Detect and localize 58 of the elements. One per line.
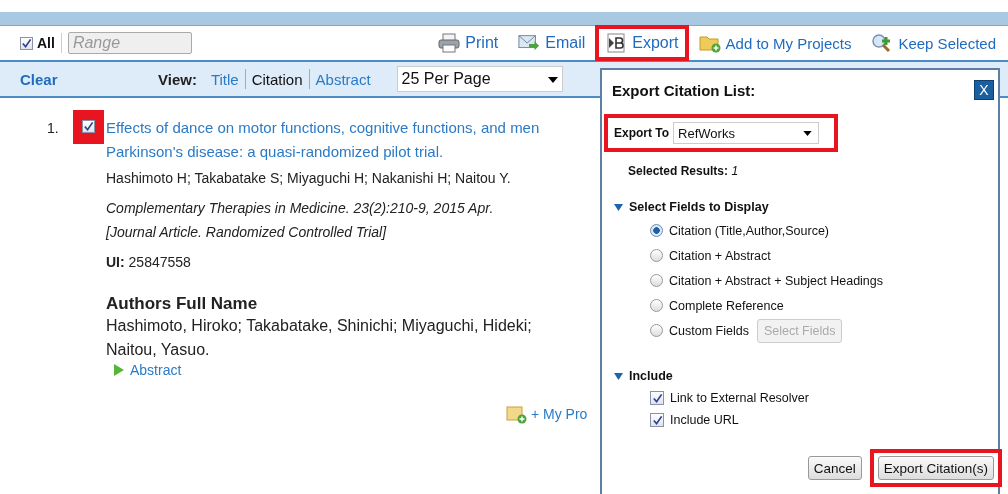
radio-button[interactable] [650, 324, 663, 337]
option-label: Complete Reference [669, 298, 784, 313]
ui-label: UI: [106, 254, 125, 270]
abstract-link[interactable]: Abstract [130, 362, 182, 378]
dialog-button[interactable]: Cancel [807, 456, 862, 480]
selected-results-count: 1 [731, 164, 739, 178]
export-to-label: Export To [614, 126, 670, 140]
section-toggle-icon[interactable] [614, 202, 623, 212]
expand-triangle-icon [114, 364, 124, 376]
view-option[interactable]: Abstract [309, 70, 377, 88]
section-toggle-icon[interactable] [614, 371, 623, 381]
select-all-checkbox[interactable] [20, 36, 33, 50]
caret-icon [803, 131, 813, 136]
option-label: Custom Fields [669, 323, 749, 338]
note-plus-icon [506, 404, 528, 424]
toolbar-link[interactable]: Print [438, 33, 499, 53]
option-label: Citation + Abstract [669, 248, 771, 263]
result-checkbox[interactable] [82, 120, 95, 133]
selected-results-label: Selected Results: [628, 164, 729, 178]
section-heading: Select Fields to Display [629, 200, 769, 214]
export-to-select[interactable]: RefWorks [673, 122, 820, 144]
radio-button[interactable] [650, 249, 663, 262]
result-number: 1. [47, 120, 60, 136]
authors-text: Hashimoto H; Takabatake S; Miyaguchi H; Nakanishi H; Naitou Y. [106, 170, 512, 186]
folder-plus-icon [698, 33, 721, 53]
publication-type: [Journal Article. Randomized Controlled Trial] [106, 223, 388, 242]
option-label: Link to External Resolver [670, 391, 809, 405]
clear-link[interactable]: Clear [20, 70, 140, 88]
caret-icon [547, 77, 558, 83]
toolbar-link[interactable]: Add to My Projects [698, 33, 852, 53]
view-option[interactable]: Citation [245, 70, 309, 88]
option-label: Citation + Abstract + Subject Headings [669, 273, 883, 288]
section-heading: Authors Full Name [106, 294, 259, 314]
radio-button[interactable] [650, 224, 663, 237]
my-projects-link[interactable]: + My Pro [531, 406, 588, 422]
printer-icon [438, 33, 461, 53]
toolbar-link[interactable]: Export [605, 33, 679, 53]
range-field[interactable]: Range [67, 32, 192, 54]
toolbar-link[interactable]: Keep Selected [871, 33, 996, 53]
dialog-button[interactable]: Export Citation(s) [877, 456, 994, 480]
view-label: View: [158, 70, 197, 88]
close-button[interactable]: X [974, 80, 994, 100]
select-all-label: All [37, 35, 55, 51]
section-heading: Include [629, 369, 673, 383]
per-page-select[interactable]: 25 Per Page [396, 66, 563, 92]
view-option[interactable]: Title [204, 70, 245, 88]
option-label: Citation (Title,Author,Source) [669, 223, 830, 238]
dialog-title: Export Citation List: [612, 81, 756, 99]
ui-number: 25847558 [128, 254, 191, 270]
export-icon [605, 33, 628, 53]
authors-full-name: Hashimoto, Hiroko; Takabatake, Shinichi; Miyaguchi, Hideki; Naitou, Yasuo. [106, 316, 533, 360]
source-text: Complementary Therapies in Medicine. 23(2):210-9, 2015 Apr. [106, 199, 495, 218]
checkbox[interactable] [650, 413, 664, 427]
toolbar-link[interactable]: Email [518, 33, 586, 53]
checkbox[interactable] [650, 391, 664, 405]
option-label: Include URL [670, 413, 739, 427]
radio-button[interactable] [650, 299, 663, 312]
radio-button[interactable] [650, 274, 663, 287]
